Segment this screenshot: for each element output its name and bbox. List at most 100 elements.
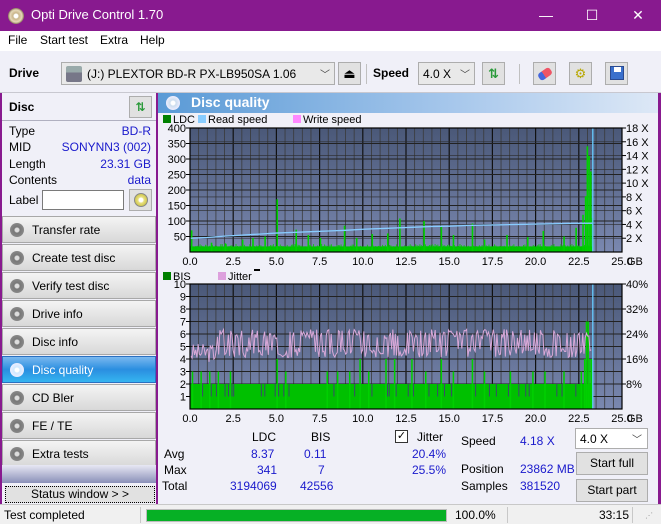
test-speed-select[interactable]: 4.0 X ﹀ (575, 428, 648, 449)
drive-icon (66, 66, 82, 82)
nav-verify-test-disc[interactable]: Verify test disc (2, 272, 156, 299)
progress-bar (146, 509, 447, 522)
nav-label: CD Bler (32, 391, 75, 405)
nav-drive-info[interactable]: Drive info (2, 300, 156, 327)
jitter-label: Jitter (417, 430, 444, 444)
drive-select[interactable]: (J:) PLEXTOR BD-R PX-LB950SA 1.06 ﹀ (61, 62, 335, 85)
nav-spacer (2, 465, 156, 483)
disc-title: Disc (9, 100, 35, 114)
nav-label: Disc quality (32, 363, 94, 377)
refresh-button[interactable]: ⇅ (482, 62, 505, 85)
transfer-rate-icon (10, 223, 24, 237)
samples-label: Samples (461, 479, 508, 493)
menu-start-test[interactable]: Start test (40, 33, 88, 47)
toolbar-divider (366, 64, 367, 84)
panel-title: Disc quality (191, 94, 270, 110)
disc-type-value: BD-R (121, 124, 151, 138)
minimize-button[interactable]: — (523, 0, 569, 31)
test-speed-value: 4.0 X (580, 432, 609, 446)
position-value: 23862 MB (520, 462, 575, 476)
maximize-button[interactable]: ☐ (569, 0, 615, 31)
ldc-total: 3194069 (230, 479, 277, 493)
refresh-icon: ⇅ (488, 66, 499, 81)
drive-select-value: (J:) PLEXTOR BD-R PX-LB950SA 1.06 (87, 67, 297, 81)
drive-label: Drive (9, 66, 40, 80)
disc-refresh-button[interactable]: ⇅ (129, 96, 152, 118)
speed-select-value: 4.0 X (423, 67, 452, 81)
nav-cd-bler[interactable]: CD Bler (2, 384, 156, 411)
nav-extra-tests[interactable]: Extra tests (2, 440, 156, 467)
disc-label-input[interactable] (42, 190, 124, 210)
menu-help[interactable]: Help (140, 33, 165, 47)
fe-te-icon (10, 419, 24, 433)
refresh-icon: ⇅ (135, 100, 146, 114)
cd-bler-icon (10, 391, 24, 405)
stats-row-max: Max (164, 463, 187, 477)
settings-button[interactable]: ⚙ (569, 62, 592, 85)
status-divider (507, 507, 508, 523)
checkmark-icon: ✓ (396, 430, 407, 442)
window-title: Opti Drive Control 1.70 (31, 7, 164, 22)
toolbar-divider (519, 64, 520, 84)
chevron-down-icon: ﹀ (320, 70, 330, 81)
close-button[interactable]: ✕ (615, 0, 661, 31)
disc-length-value: 23.31 GB (100, 157, 151, 171)
nav-label: Drive info (32, 307, 83, 321)
stats-col-ldc: LDC (252, 430, 277, 444)
save-icon (609, 66, 624, 80)
speed-select[interactable]: 4.0 X ﹀ (418, 62, 475, 85)
jitter-max: 25.5% (412, 463, 447, 477)
elapsed-time: 33:15 (599, 508, 630, 522)
erase-button[interactable] (533, 62, 556, 85)
nav-label: Create test disc (32, 251, 116, 265)
title-bar: Opti Drive Control 1.70 — ☐ ✕ (0, 0, 661, 31)
bis-total: 42556 (300, 479, 334, 493)
position-label: Position (461, 462, 504, 476)
resize-grip-icon[interactable]: ⋰ (645, 511, 653, 520)
status-bar: Test completed 100.0% 33:15 ⋰ (0, 504, 661, 524)
disc-contents-row: Contents data (9, 173, 153, 189)
disc-type-key: Type (9, 124, 36, 138)
status-window-button[interactable]: Status window > > (5, 486, 155, 503)
jitter-checkbox[interactable]: ✓ (395, 430, 408, 443)
panel-header: Disc quality (158, 93, 658, 113)
ldc-avg: 8.37 (251, 447, 275, 461)
drive-info-icon (10, 307, 24, 321)
eject-button[interactable]: ⏏ (338, 62, 361, 85)
menu-extra[interactable]: Extra (100, 33, 128, 47)
menu-file[interactable]: File (8, 33, 27, 47)
disc-type-row: Type BD-R (9, 124, 153, 140)
nav-disc-quality[interactable]: Disc quality (2, 356, 156, 383)
nav-disc-info[interactable]: Disc info (2, 328, 156, 355)
nav-label: Verify test disc (32, 279, 110, 293)
nav-label: FE / TE (32, 419, 73, 433)
disc-contents-key: Contents (9, 173, 58, 187)
nav-label: Extra tests (32, 447, 89, 461)
save-button[interactable] (605, 62, 628, 85)
status-divider (632, 507, 633, 523)
status-divider (140, 507, 141, 523)
speed-label: Speed (461, 434, 496, 448)
nav-fe-te[interactable]: FE / TE (2, 412, 156, 439)
start-full-button[interactable]: Start full (576, 452, 648, 475)
create-test-disc-icon (10, 251, 24, 265)
left-panel: Disc ⇅ Type BD-R MID SONYNN3 (002) Lengt… (2, 93, 156, 504)
disc-mid-value: SONYNN3 (002) (61, 140, 151, 154)
speed-label: Speed (373, 66, 410, 80)
extra-tests-icon (10, 447, 24, 461)
disc-length-row: Length 23.31 GB (9, 157, 153, 173)
disc-quality-icon (166, 96, 180, 110)
nav-label: Transfer rate (32, 223, 101, 237)
nav-create-test-disc[interactable]: Create test disc (2, 244, 156, 271)
jitter-avg: 20.4% (412, 447, 447, 461)
nav-transfer-rate[interactable]: Transfer rate (2, 216, 156, 243)
settings-icon: ⚙ (574, 66, 587, 81)
bis-max: 7 (318, 463, 325, 477)
bis-avg: 0.11 (304, 447, 327, 461)
stats-row-total: Total (162, 479, 188, 493)
disc-label-button[interactable] (129, 189, 152, 211)
disc-length-key: Length (9, 157, 46, 171)
nav-label: Disc info (32, 335, 79, 349)
start-part-button[interactable]: Start part (576, 479, 648, 502)
disc-mid-row: MID SONYNN3 (002) (9, 140, 153, 156)
